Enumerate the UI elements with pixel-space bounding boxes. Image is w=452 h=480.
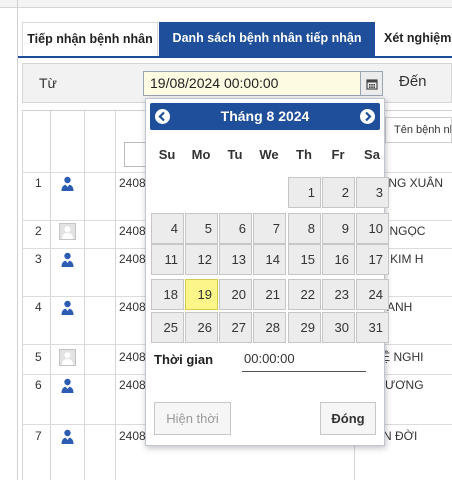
header-filter-box[interactable] (124, 142, 146, 167)
calendar-header: Tháng 8 2024 (150, 103, 380, 130)
day-cell-7[interactable]: 7 (253, 213, 286, 244)
day-cell-12[interactable]: 12 (185, 244, 218, 275)
day-cell-10[interactable]: 10 (356, 213, 389, 244)
weekday-header: Mo (191, 147, 211, 162)
calendar-month-title: Tháng 8 2024 (220, 108, 310, 124)
day-cell-8[interactable]: 8 (288, 213, 321, 244)
row-number: 3 (35, 252, 42, 266)
day-cell-14[interactable]: 14 (253, 244, 286, 275)
day-cell-22[interactable]: 22 (288, 279, 321, 310)
row-number: 7 (35, 429, 42, 443)
next-month-button[interactable] (360, 109, 375, 124)
day-cell-4[interactable]: 4 (151, 213, 184, 244)
day-cell-27[interactable]: 27 (219, 312, 252, 343)
day-cell-30[interactable]: 30 (322, 312, 355, 343)
from-date-input[interactable]: 19/08/2024 00:00:00 (143, 71, 361, 96)
day-cell-13[interactable]: 13 (219, 244, 252, 275)
top-toolbar-strip (0, 0, 452, 8)
day-cell-24[interactable]: 24 (356, 279, 389, 310)
day-cell-19[interactable]: 19 (185, 279, 218, 310)
row-number: 6 (35, 378, 42, 392)
row-number: 4 (35, 300, 42, 314)
row-patient-code: 2408 (119, 252, 146, 266)
day-cell-17[interactable]: 17 (356, 244, 389, 275)
no-photo-icon (59, 223, 76, 240)
row-patient-code: 2408 (119, 378, 146, 392)
row-patient-code: 2408 (119, 224, 146, 238)
tab-bar: Tiếp nhận bệnh nhân Danh sách bệnh nhân … (18, 22, 452, 58)
from-label: Từ (39, 75, 57, 91)
calendar-button[interactable] (361, 71, 383, 96)
time-label: Thời gian (154, 352, 214, 367)
now-button[interactable]: Hiện thời (154, 402, 231, 435)
chevron-right-icon (365, 111, 372, 122)
day-cell-29[interactable]: 29 (288, 312, 321, 343)
calendar-icon (366, 79, 378, 90)
row-number: 1 (35, 176, 42, 190)
day-cell-6[interactable]: 6 (219, 213, 252, 244)
tab-tiep-nhan-benh-nhan[interactable]: Tiếp nhận bệnh nhân (22, 22, 158, 56)
day-cell-20[interactable]: 20 (219, 279, 252, 310)
day-cell-3[interactable]: 3 (356, 177, 389, 208)
weekday-header: Su (158, 147, 176, 162)
no-photo-icon (59, 349, 76, 366)
day-cell-25[interactable]: 25 (151, 312, 184, 343)
chevron-left-icon (158, 111, 165, 122)
time-input[interactable]: 00:00:00 (242, 351, 366, 372)
tab-xet-nghiem[interactable]: Xét nghiệm (380, 22, 452, 56)
person-icon (59, 428, 76, 445)
row-number: 5 (35, 350, 42, 364)
left-border (17, 0, 18, 480)
row-patient-code: 2408 (119, 350, 146, 364)
person-icon (59, 251, 76, 268)
day-cell-1[interactable]: 1 (288, 177, 321, 208)
prev-month-button[interactable] (155, 109, 170, 124)
row-patient-code: 2408 (119, 300, 146, 314)
day-cell-16[interactable]: 16 (322, 244, 355, 275)
weekday-header: Th (296, 147, 312, 162)
person-icon (59, 175, 76, 192)
weekday-header: Fr (331, 147, 345, 162)
close-button[interactable]: Đóng (320, 402, 376, 435)
day-cell-2[interactable]: 2 (322, 177, 355, 208)
person-icon (59, 377, 76, 394)
weekday-header: We (259, 147, 279, 162)
day-cell-11[interactable]: 11 (151, 244, 184, 275)
weekday-header: Tu (227, 147, 243, 162)
day-cell-15[interactable]: 15 (288, 244, 321, 275)
row-patient-code: 2408 (119, 176, 146, 190)
day-cell-9[interactable]: 9 (322, 213, 355, 244)
column-header-patient-name[interactable]: Tên bệnh nhân (385, 117, 452, 143)
day-cell-28[interactable]: 28 (253, 312, 286, 343)
day-cell-18[interactable]: 18 (151, 279, 184, 310)
to-label: Đến (399, 73, 427, 90)
weekday-header: Sa (364, 147, 380, 162)
day-cell-21[interactable]: 21 (253, 279, 286, 310)
day-cell-23[interactable]: 23 (322, 279, 355, 310)
row-number: 2 (35, 224, 42, 238)
person-icon (59, 299, 76, 316)
row-patient-code: 2408 (119, 429, 146, 443)
day-cell-26[interactable]: 26 (185, 312, 218, 343)
tab-danh-sach-benh-nhan[interactable]: Danh sách bệnh nhân tiếp nhận (159, 22, 375, 56)
date-picker-popup: Tháng 8 2024 Su Mo Tu We Th Fr Sa 1 2 3 4 5 6 7 8 9 10 1… (145, 98, 389, 446)
day-cell-31[interactable]: 31 (356, 312, 389, 343)
day-cell-5[interactable]: 5 (185, 213, 218, 244)
